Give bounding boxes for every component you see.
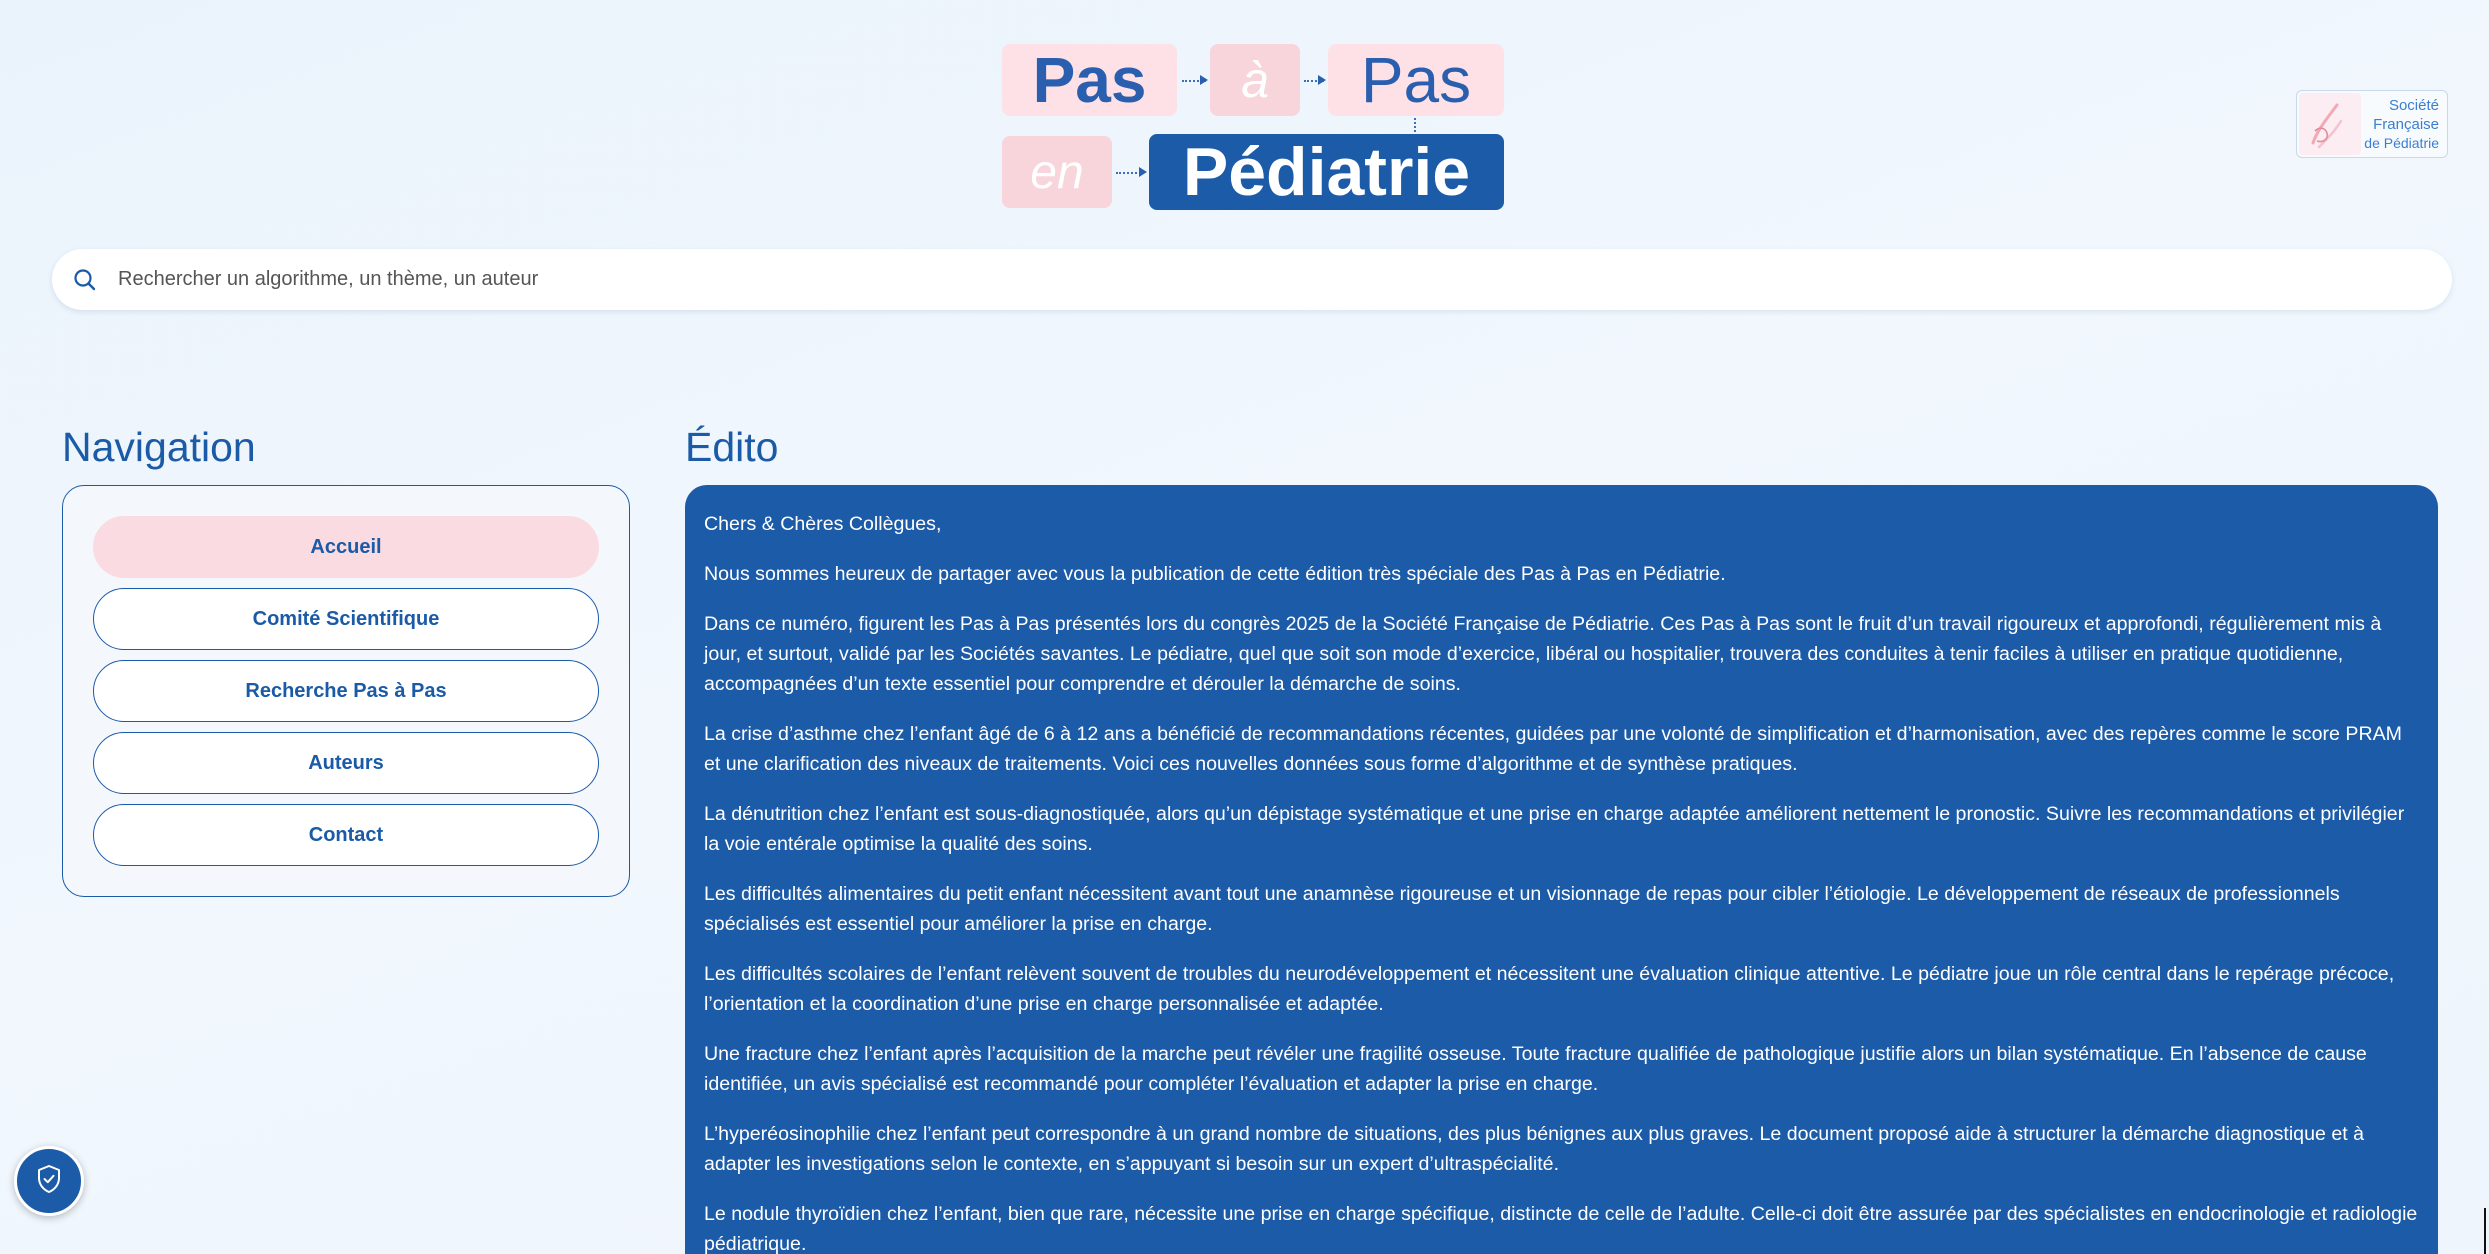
navigation-panel: Accueil Comité Scientifique Recherche Pa… <box>62 485 630 897</box>
logo-arrow <box>1200 75 1208 85</box>
logo-arrow <box>1318 75 1326 85</box>
logo-word-pas-2: Pas <box>1328 44 1504 116</box>
nav-item-auteurs[interactable]: Auteurs <box>93 732 599 794</box>
sfp-hands-icon <box>2297 91 2363 157</box>
nav-item-recherche-pas-a-pas[interactable]: Recherche Pas à Pas <box>93 660 599 722</box>
scrollbar-edge <box>2484 1208 2486 1254</box>
logo-word-pediatrie: Pédiatrie <box>1149 134 1504 210</box>
edito-panel: Chers & Chères Collègues, Nous sommes he… <box>685 485 2438 1254</box>
edito-title: Édito <box>685 424 779 470</box>
logo-arrow <box>1139 167 1147 177</box>
sfp-line-2: Française <box>2373 115 2439 133</box>
edito-paragraph: La dénutrition chez l’enfant est sous-di… <box>704 803 2405 855</box>
logo-word-en: en <box>1002 136 1112 208</box>
edito-paragraph: Les difficultés scolaires de l’enfant re… <box>704 963 2395 1015</box>
sfp-line-3: de Pédiatrie <box>2364 134 2439 151</box>
logo-word-pas: Pas <box>1002 44 1177 116</box>
sfp-logo[interactable]: Société Française de Pédiatrie <box>2296 90 2448 158</box>
search-bar[interactable] <box>52 249 2452 310</box>
edito-paragraph: Les difficultés alimentaires du petit en… <box>704 883 2340 935</box>
search-input[interactable] <box>118 249 2452 310</box>
nav-item-contact[interactable]: Contact <box>93 804 599 866</box>
edito-paragraph: La crise d’asthme chez l’enfant âgé de 6… <box>704 723 2402 775</box>
shield-check-icon <box>33 1163 65 1200</box>
edito-paragraph: Une fracture chez l’enfant après l’acqui… <box>704 1043 2367 1095</box>
edito-paragraph: Nous sommes heureux de partager avec vou… <box>704 563 1726 585</box>
navigation-title: Navigation <box>62 424 256 470</box>
sfp-line-1: Société <box>2388 96 2439 114</box>
nav-item-accueil[interactable]: Accueil <box>93 516 599 578</box>
edito-paragraph: Le nodule thyroïdien chez l’enfant, bien… <box>704 1203 2418 1254</box>
logo-connector <box>1414 118 1416 132</box>
site-logo[interactable]: Pas à Pas en Pédiatrie <box>1002 44 1504 212</box>
edito-paragraph: Chers & Chères Collègues, <box>704 513 942 535</box>
nav-item-comite-scientifique[interactable]: Comité Scientifique <box>93 588 599 650</box>
logo-word-a: à <box>1210 44 1300 116</box>
search-icon[interactable] <box>68 263 102 297</box>
privacy-settings-button[interactable] <box>14 1146 84 1216</box>
edito-paragraph: L’hyperéosinophilie chez l’enfant peut c… <box>704 1123 2364 1175</box>
edito-paragraph: Dans ce numéro, figurent les Pas à Pas p… <box>704 613 2382 695</box>
